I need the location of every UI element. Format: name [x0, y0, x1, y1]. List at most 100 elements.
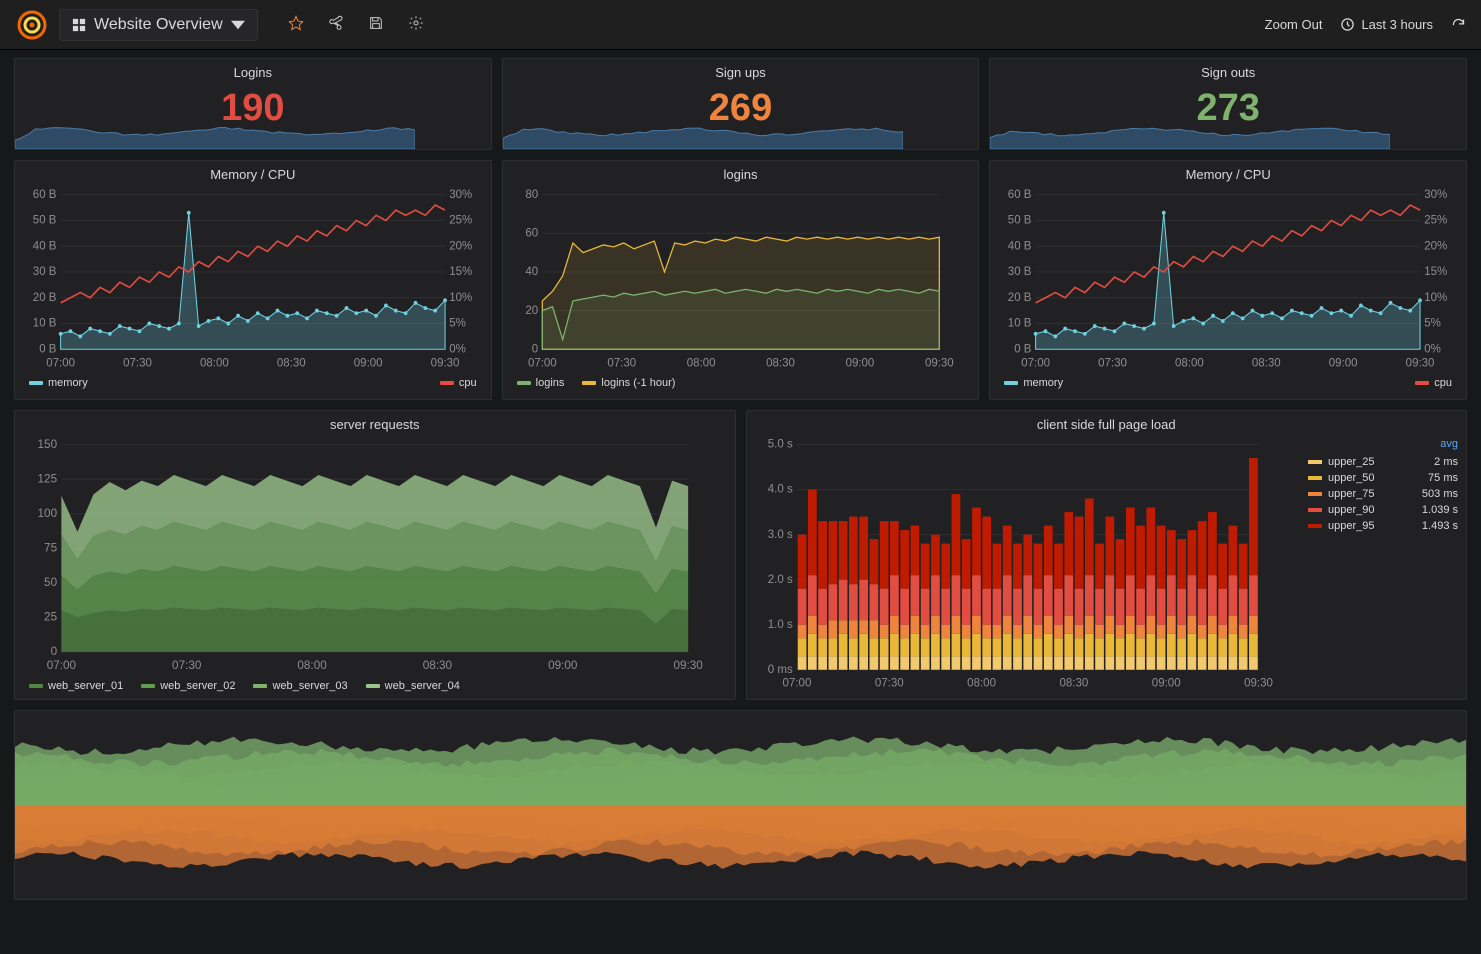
legend-item[interactable]: memory: [1004, 377, 1063, 389]
svg-text:25%: 25%: [449, 214, 472, 227]
svg-text:0%: 0%: [1425, 342, 1442, 355]
panel-title: Sign outs: [990, 59, 1466, 84]
svg-text:30%: 30%: [1425, 188, 1448, 201]
legend-item[interactable]: web_server_03: [253, 680, 347, 692]
svg-text:08:00: 08:00: [686, 356, 715, 369]
svg-text:1.0 s: 1.0 s: [767, 618, 792, 631]
svg-text:50 B: 50 B: [1008, 214, 1032, 227]
legend-item[interactable]: upper_901.039 s: [1308, 502, 1458, 518]
svg-text:10%: 10%: [1425, 291, 1448, 304]
stat-panel-logins[interactable]: Logins 190: [14, 58, 492, 150]
svg-text:08:30: 08:30: [1059, 677, 1088, 690]
share-icon[interactable]: [328, 15, 344, 34]
legend-item[interactable]: upper_951.493 s: [1308, 518, 1458, 534]
time-range-picker[interactable]: Last 3 hours: [1340, 17, 1433, 32]
bottom-sparkline-panel[interactable]: [14, 710, 1467, 900]
svg-text:10 B: 10 B: [1008, 317, 1032, 330]
legend-item[interactable]: upper_252 ms: [1308, 454, 1458, 470]
save-icon[interactable]: [368, 15, 384, 34]
legend: logins logins (-1 hour): [511, 371, 971, 391]
topbar-right: Zoom Out Last 3 hours: [1265, 17, 1466, 32]
svg-text:40 B: 40 B: [33, 239, 57, 252]
legend-item[interactable]: cpu: [1415, 377, 1452, 389]
zoom-out-button[interactable]: Zoom Out: [1265, 17, 1323, 32]
dashboard-content: Logins 190 Sign ups 269 Sign outs 273 Me…: [0, 50, 1481, 908]
svg-text:150: 150: [38, 437, 58, 451]
svg-text:07:30: 07:30: [172, 658, 202, 672]
grafana-logo[interactable]: [15, 8, 49, 42]
panel-page-load[interactable]: client side full page load 0 ms1.0 s2.0 …: [746, 410, 1468, 700]
svg-text:07:30: 07:30: [607, 356, 636, 369]
refresh-button[interactable]: [1451, 17, 1466, 32]
svg-text:07:30: 07:30: [1098, 356, 1127, 369]
panel-title: Memory / CPU: [998, 161, 1458, 186]
svg-text:0: 0: [531, 342, 538, 355]
panel-title: Logins: [15, 59, 491, 84]
legend-item[interactable]: cpu: [440, 377, 477, 389]
svg-text:07:30: 07:30: [123, 356, 152, 369]
svg-text:09:00: 09:00: [548, 658, 578, 672]
panel-title: client side full page load: [755, 411, 1459, 436]
svg-text:09:30: 09:30: [1406, 356, 1435, 369]
svg-text:07:00: 07:00: [1022, 356, 1051, 369]
stat-panel-sign-outs[interactable]: Sign outs 273: [989, 58, 1467, 150]
toolbar-icons: [288, 15, 424, 34]
legend-item[interactable]: web_server_01: [29, 680, 123, 692]
svg-text:25%: 25%: [1425, 214, 1448, 227]
legend-item[interactable]: logins: [517, 377, 565, 389]
legend-item[interactable]: logins (-1 hour): [582, 377, 675, 389]
svg-text:09:00: 09:00: [1151, 677, 1180, 690]
svg-text:20 B: 20 B: [33, 291, 57, 304]
svg-text:08:00: 08:00: [1175, 356, 1204, 369]
stat-panel-sign-ups[interactable]: Sign ups 269: [502, 58, 980, 150]
svg-text:10%: 10%: [449, 291, 472, 304]
star-icon[interactable]: [288, 15, 304, 34]
svg-text:08:30: 08:30: [1252, 356, 1281, 369]
legend-item[interactable]: web_server_04: [366, 680, 460, 692]
legend-item[interactable]: upper_5075 ms: [1308, 470, 1458, 486]
svg-text:75: 75: [44, 540, 57, 554]
svg-text:0: 0: [51, 644, 58, 658]
dashboard-picker[interactable]: Website Overview: [59, 9, 258, 41]
svg-text:08:00: 08:00: [297, 658, 327, 672]
svg-text:15%: 15%: [1425, 265, 1448, 278]
svg-text:4.0 s: 4.0 s: [767, 483, 792, 496]
legend: memory cpu: [998, 371, 1458, 391]
svg-text:20 B: 20 B: [1008, 291, 1032, 304]
svg-text:0 B: 0 B: [39, 342, 56, 355]
svg-text:0%: 0%: [449, 342, 466, 355]
refresh-icon: [1451, 17, 1466, 32]
legend-item[interactable]: upper_75503 ms: [1308, 486, 1458, 502]
svg-text:09:00: 09:00: [845, 356, 874, 369]
svg-text:125: 125: [38, 471, 58, 485]
svg-text:20%: 20%: [1425, 239, 1448, 252]
svg-text:50: 50: [44, 575, 57, 589]
svg-text:3.0 s: 3.0 s: [767, 528, 792, 541]
panel-memcpu-left[interactable]: Memory / CPU 0 B10 B20 B30 B40 B50 B60 B…: [14, 160, 492, 400]
panel-logins[interactable]: logins 02040608007:0007:3008:0008:3009:0…: [502, 160, 980, 400]
panel-title: Memory / CPU: [23, 161, 483, 186]
svg-text:5%: 5%: [449, 317, 466, 330]
svg-text:60 B: 60 B: [33, 188, 57, 201]
svg-text:60: 60: [525, 226, 538, 239]
svg-text:0 B: 0 B: [1015, 342, 1032, 355]
svg-text:15%: 15%: [449, 265, 472, 278]
legend-item[interactable]: memory: [29, 377, 88, 389]
svg-text:20%: 20%: [449, 239, 472, 252]
panel-server-requests[interactable]: server requests 025507510012515007:0007:…: [14, 410, 736, 700]
svg-text:50 B: 50 B: [33, 214, 57, 227]
panel-memcpu-right[interactable]: Memory / CPU 0 B10 B20 B30 B40 B50 B60 B…: [989, 160, 1467, 400]
topbar: Website Overview Zoom Out Last 3 hours: [0, 0, 1481, 50]
svg-text:30 B: 30 B: [1008, 265, 1032, 278]
legend: memory cpu: [23, 371, 483, 391]
legend-item[interactable]: web_server_02: [141, 680, 235, 692]
svg-text:09:30: 09:30: [925, 356, 954, 369]
svg-text:08:00: 08:00: [200, 356, 229, 369]
gear-icon[interactable]: [408, 15, 424, 34]
svg-text:09:00: 09:00: [354, 356, 383, 369]
svg-text:80: 80: [525, 188, 538, 201]
legend-header: avg: [1308, 438, 1458, 454]
svg-text:07:00: 07:00: [528, 356, 557, 369]
svg-text:0 ms: 0 ms: [767, 663, 792, 676]
panel-title: logins: [511, 161, 971, 186]
